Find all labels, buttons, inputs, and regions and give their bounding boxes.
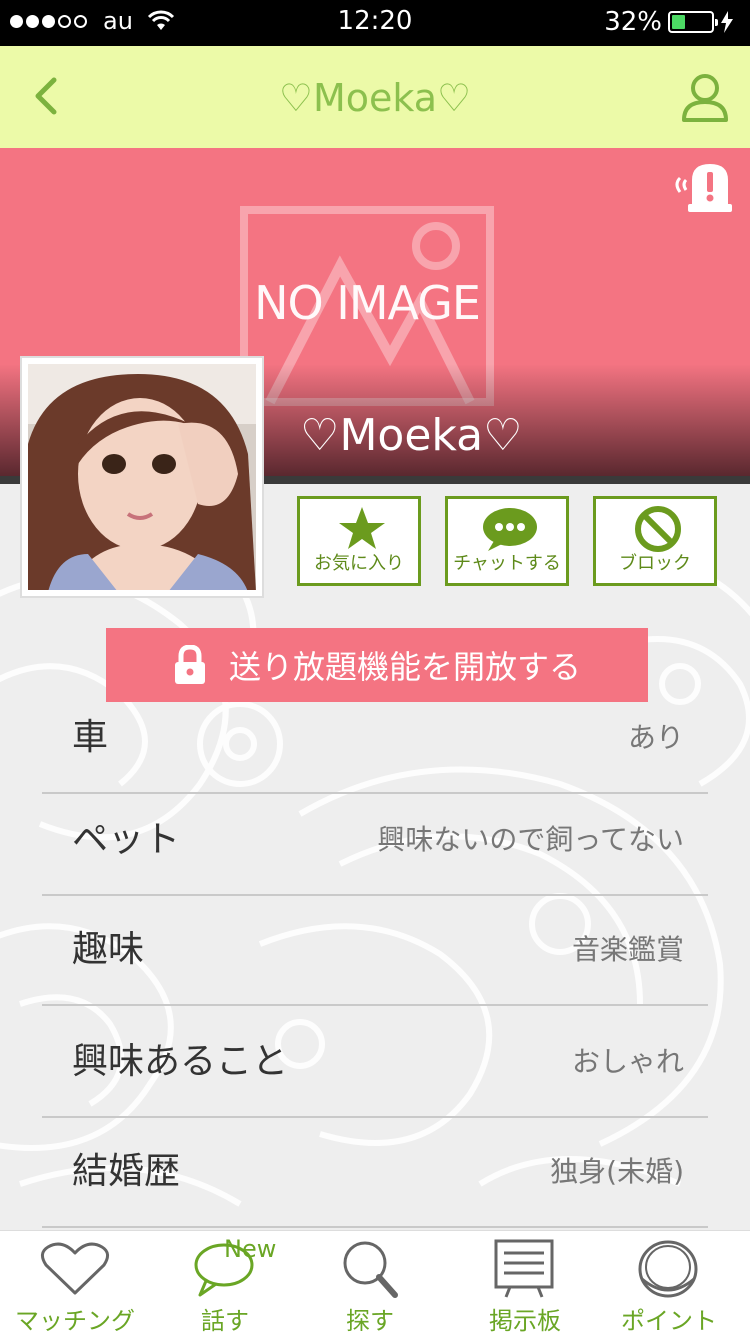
tab-label: 探す [346,1307,394,1334]
charging-icon [721,11,733,33]
profile-name: ♡Moeka♡ [300,410,523,461]
tab-matching[interactable]: マッチング [0,1231,150,1334]
profile-row-marital: 結婚歴 独身(未婚) [42,1118,708,1228]
battery-icon [668,11,718,33]
profile-row-pet: ペット 興味ないので飼ってない [42,786,708,896]
row-value: 独身(未婚) [550,1155,684,1188]
row-value: 興味ないので飼ってない [377,823,684,856]
profile-row-hobby: 趣味 音楽鑑賞 [42,896,708,1006]
block-button[interactable]: ブロック [593,496,717,586]
tab-label: ポイント [621,1307,717,1334]
heart-icon [41,1242,109,1295]
tab-talk[interactable]: New 話す [150,1231,300,1334]
block-label: ブロック [619,553,691,574]
status-bar: au 12:20 32% [0,0,750,46]
no-image-text: NO IMAGE [254,276,481,330]
chat-button[interactable]: チャットする [445,496,569,586]
chat-label: チャットする [453,553,561,574]
row-key: 車 [72,717,109,758]
avatar-image [28,364,256,590]
profile-row-interests: 興味あること おしゃれ [42,1008,708,1118]
tab-bar: マッチング New 話す 探す 掲示板 ポイント [0,1230,750,1334]
block-icon [635,506,681,552]
tab-points[interactable]: ポイント [594,1231,744,1334]
row-key: 趣味 [72,929,145,970]
row-value: あり [627,721,684,754]
row-value: 音楽鑑賞 [571,933,684,966]
report-alert-icon[interactable] [670,158,732,214]
profile-row-car: 車 あり [42,684,708,794]
row-key: 興味あること [72,1041,289,1082]
tab-search[interactable]: 探す [295,1231,445,1334]
favorite-label: お気に入り [314,553,404,574]
coin-icon [638,1240,698,1298]
row-key: ペット [72,819,181,860]
avatar-photo [28,364,256,590]
user-profile-icon[interactable] [680,72,730,124]
row-value: おしゃれ [571,1045,684,1078]
tab-label: 掲示板 [489,1307,561,1334]
battery-percent: 32% [604,7,662,37]
unlock-label: 送り放題機能を開放する [228,648,581,686]
star-icon [339,507,385,549]
status-right: 32% [604,7,734,37]
favorite-button[interactable]: お気に入り [297,496,421,586]
nav-bar: ♡Moeka♡ [0,46,750,148]
tab-board[interactable]: 掲示板 [450,1231,600,1334]
board-icon [494,1239,554,1298]
tab-label: マッチング [15,1307,135,1334]
tab-label: 話す [201,1307,249,1334]
lock-icon [174,645,205,684]
avatar[interactable] [20,356,264,598]
magnifier-icon [343,1241,398,1298]
page-title: ♡Moeka♡ [278,76,472,120]
row-key: 結婚歴 [72,1151,181,1192]
chat-bubble-icon [483,508,537,551]
new-badge: New [224,1235,277,1263]
